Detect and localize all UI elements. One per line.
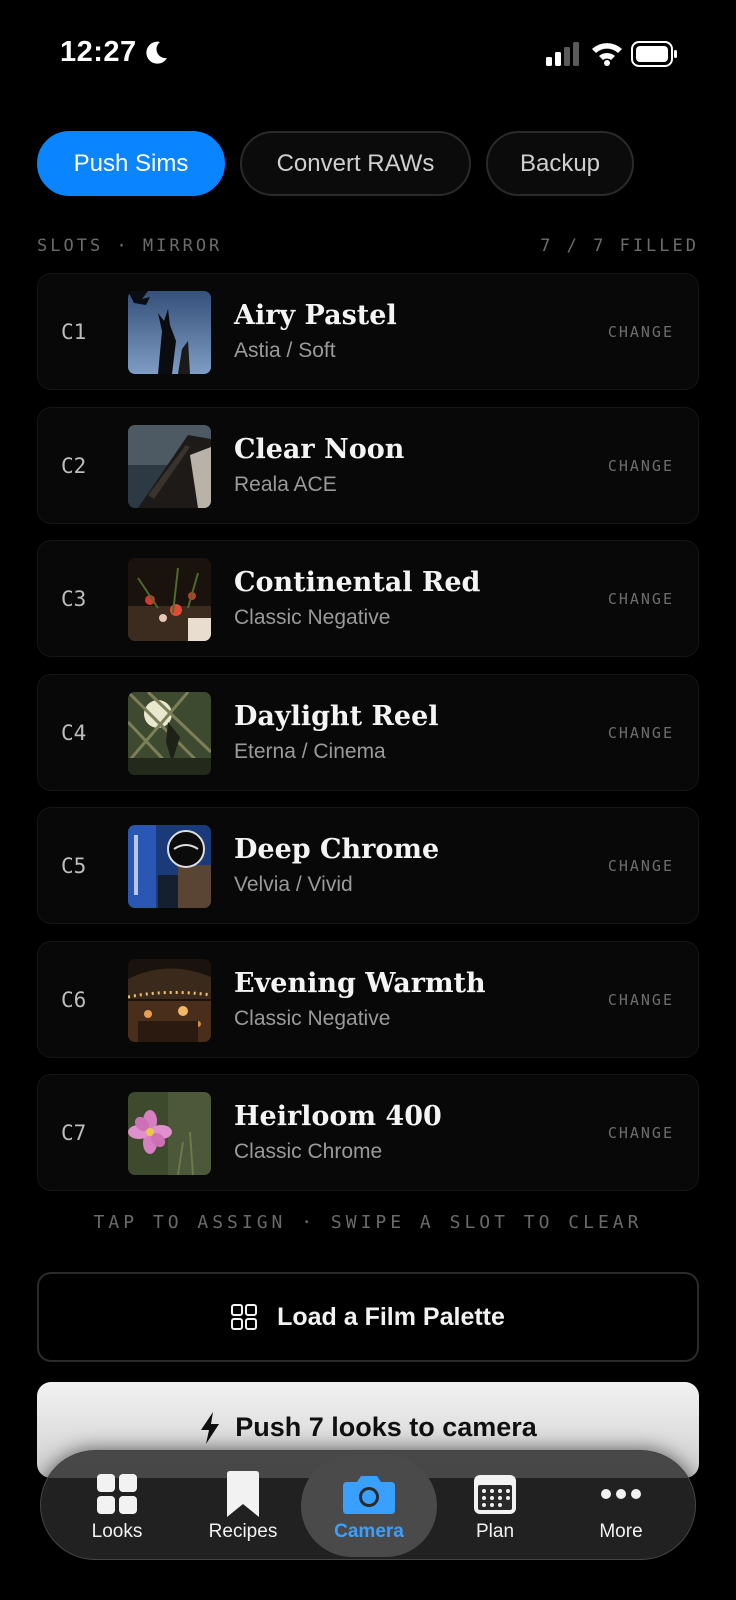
cellular-signal-icon [546, 42, 579, 66]
slot-film-sim: Classic Negative [234, 1006, 391, 1030]
bottom-tab-bar: Looks Recipes Camera Plan More [40, 1450, 696, 1560]
slot-id: C6 [61, 987, 87, 1012]
ellipsis-icon [601, 1489, 641, 1499]
slot-thumbnail [128, 558, 211, 641]
load-film-palette-button[interactable]: Load a Film Palette [37, 1272, 699, 1362]
tab-backup[interactable]: Backup [486, 131, 634, 196]
slot-film-sim: Classic Negative [234, 606, 391, 629]
slot-thumbnail [128, 958, 211, 1042]
slot-look-name: Daylight Reel [234, 700, 439, 732]
slot-change-button[interactable]: CHANGE [608, 323, 674, 341]
slot-row[interactable]: C7 Heirloom 400 Classic Chrome CHANGE [37, 1074, 699, 1191]
nav-camera[interactable]: Camera [309, 1451, 429, 1561]
slot-look-name: Airy Pastel [234, 300, 397, 331]
slot-thumbnail [128, 691, 211, 775]
load-film-palette-label: Load a Film Palette [277, 1302, 505, 1331]
slot-id: C5 [61, 854, 87, 878]
slot-change-button[interactable]: CHANGE [608, 590, 674, 608]
nav-plan-label: Plan [475, 1521, 515, 1542]
slot-change-button[interactable]: CHANGE [608, 457, 674, 475]
slot-id: C7 [61, 1121, 87, 1145]
slot-change-button[interactable]: CHANGE [608, 857, 674, 875]
slots-filled-count: 7 / 7 FILLED [540, 236, 699, 256]
slot-row[interactable]: C2 Clear Noon Reala ACE CHANGE [37, 406, 699, 524]
moon-icon [146, 41, 167, 64]
slot-thumbnail [128, 1092, 211, 1175]
slot-film-sim: Classic Chrome [234, 1140, 383, 1163]
mode-tabs: Push Sims Convert RAWs Backup [37, 131, 634, 196]
battery-icon [631, 41, 677, 67]
nav-looks-label: Looks [91, 1521, 143, 1542]
slot-row[interactable]: C5 Deep Chrome Velvia / Vivid CHANGE [37, 807, 699, 924]
tab-push-sims[interactable]: Push Sims [37, 131, 225, 196]
tab-convert-raws[interactable]: Convert RAWs [240, 131, 471, 196]
status-bar: 12:27 [0, 0, 736, 110]
slot-film-sim: Astia / Soft [234, 339, 336, 362]
slot-film-sim: Reala ACE [234, 472, 337, 496]
push-looks-label: Push 7 looks to camera [235, 1412, 537, 1442]
slot-row[interactable]: C3 Continental Red Classic Negative CHAN… [37, 540, 699, 657]
slot-film-sim: Eterna / Cinema [234, 739, 386, 763]
bolt-icon [201, 1412, 220, 1444]
slot-list: C1 Airy Pastel Astia / Soft CHANGE C2 Cl… [37, 273, 699, 1208]
slot-thumbnail [128, 424, 211, 508]
slot-thumbnail [128, 291, 211, 374]
slot-film-sim: Velvia / Vivid [234, 873, 353, 896]
looks-grid-icon [97, 1474, 137, 1514]
slot-look-name: Heirloom 400 [234, 1101, 442, 1132]
calendar-icon [474, 1475, 516, 1514]
nav-looks[interactable]: Looks [57, 1451, 177, 1561]
assign-hint: TAP TO ASSIGN · SWIPE A SLOT TO CLEAR [93, 1212, 643, 1233]
slots-header: SLOTS · MIRROR 7 / 7 FILLED [37, 236, 699, 256]
grid-icon [231, 1304, 258, 1330]
slot-look-name: Evening Warmth [234, 967, 486, 999]
slots-title: SLOTS · MIRROR [37, 236, 223, 256]
slot-change-button[interactable]: CHANGE [608, 724, 674, 742]
slot-id: C3 [61, 587, 87, 611]
slot-change-button[interactable]: CHANGE [608, 1124, 674, 1142]
slot-id: C2 [61, 453, 87, 478]
status-time: 12:27 [60, 36, 137, 68]
nav-camera-label: Camera [334, 1521, 404, 1542]
slot-look-name: Deep Chrome [234, 834, 440, 865]
nav-recipes-label: Recipes [208, 1521, 278, 1542]
slot-look-name: Clear Noon [234, 433, 405, 465]
nav-recipes[interactable]: Recipes [183, 1451, 303, 1561]
camera-icon [343, 1476, 395, 1514]
slot-row[interactable]: C1 Airy Pastel Astia / Soft CHANGE [37, 273, 699, 390]
nav-more-label: More [599, 1521, 643, 1542]
nav-plan[interactable]: Plan [435, 1451, 555, 1561]
slot-id: C4 [61, 720, 87, 745]
slot-row[interactable]: C4 Daylight Reel Eterna / Cinema CHANGE [37, 673, 699, 791]
slot-change-button[interactable]: CHANGE [608, 991, 674, 1009]
wifi-icon [592, 43, 622, 66]
slot-look-name: Continental Red [234, 567, 481, 598]
nav-more[interactable]: More [561, 1451, 681, 1561]
slot-row[interactable]: C6 Evening Warmth Classic Negative CHANG… [37, 940, 699, 1058]
bookmark-icon [227, 1471, 259, 1517]
slot-id: C1 [61, 320, 87, 344]
slot-thumbnail [128, 825, 211, 908]
